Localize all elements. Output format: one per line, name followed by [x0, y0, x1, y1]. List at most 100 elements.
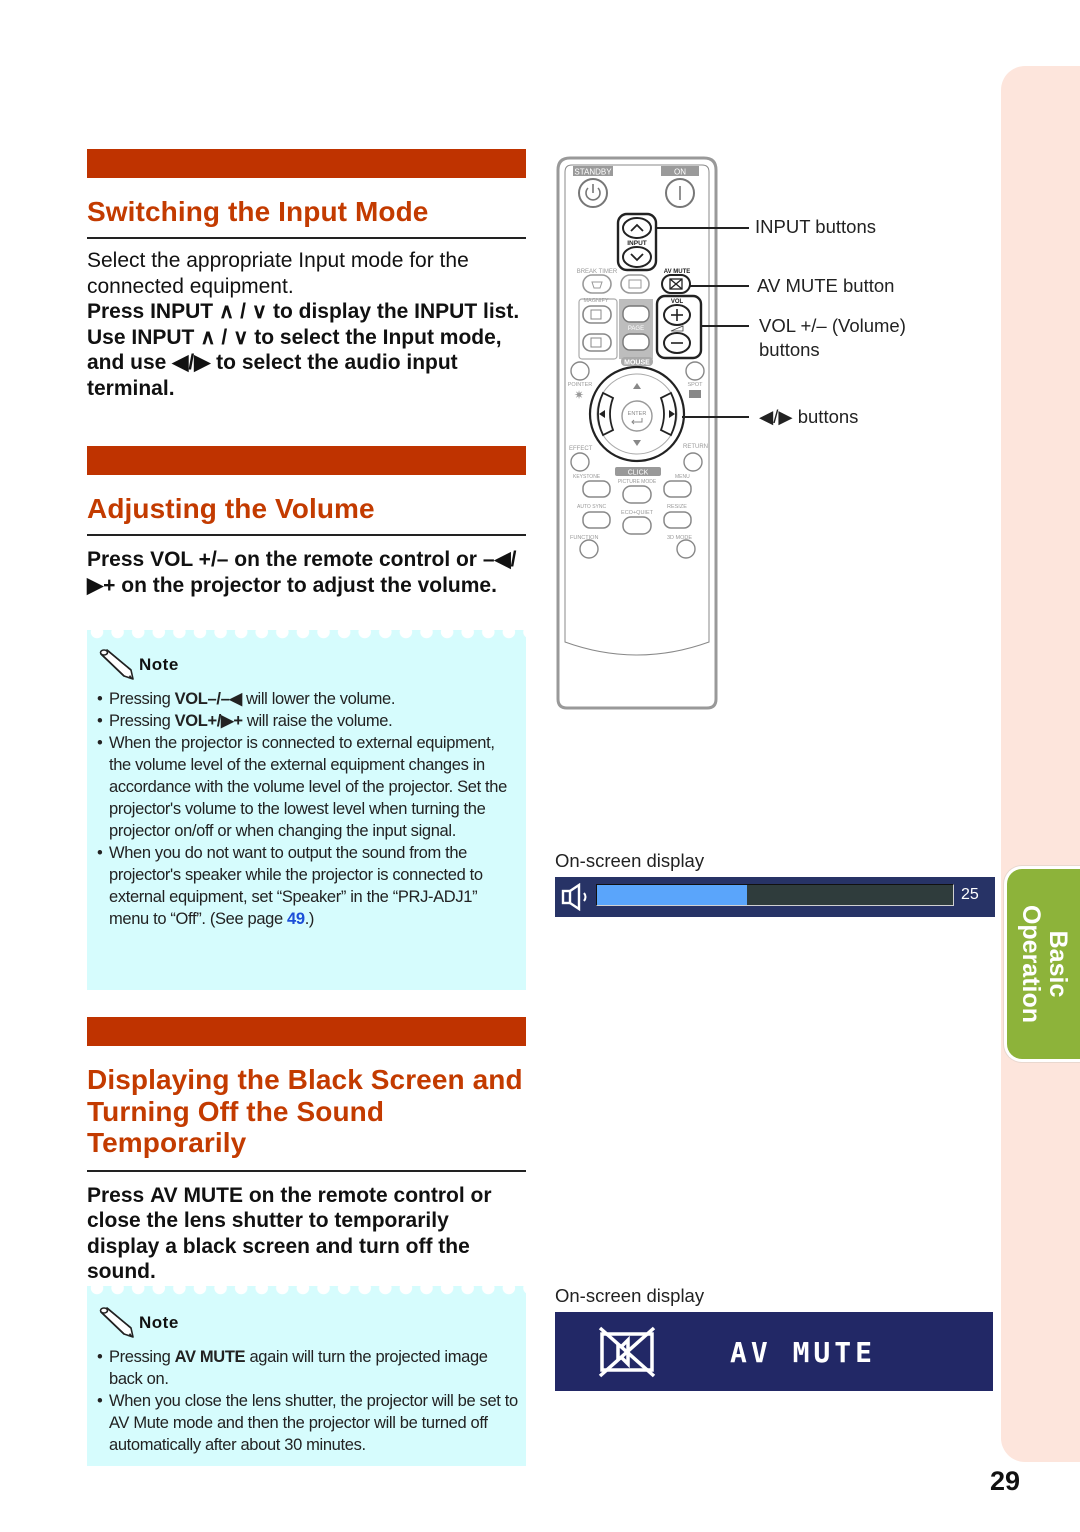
callout-input-buttons: INPUT buttons	[755, 216, 876, 237]
callout-vol-buttons: VOL +/– (Volume) buttons	[759, 314, 906, 362]
section-input-mode: Switching the Input Mode Select the appr…	[87, 196, 526, 401]
note-item: When you close the lens shutter, the pro…	[97, 1390, 518, 1456]
auto-sync-label: AUTO SYNC	[577, 504, 606, 510]
chapter-tab-label: Basic Operation	[1016, 904, 1072, 1024]
speaker-icon	[561, 883, 587, 911]
text: will raise the volume.	[242, 712, 393, 730]
text: Use	[87, 325, 132, 349]
resize-button[interactable]	[663, 511, 692, 529]
text: When the projector is connected to exter…	[109, 734, 507, 840]
eco-quiet-button[interactable]	[622, 516, 652, 535]
step-select-input: Use INPUT ∧ / ∨ to select the Input mode…	[87, 325, 526, 402]
chapter-tab-basic-operation[interactable]: Basic Operation	[1004, 866, 1080, 1062]
osd-caption-volume: On-screen display	[555, 850, 705, 871]
on-label: ON	[674, 168, 686, 177]
note-item: Pressing VOL–/–◀ will lower the volume.	[97, 688, 518, 710]
note-perforation	[87, 1286, 526, 1300]
pointer-star-icon: ✷	[574, 388, 584, 402]
section-title: Adjusting the Volume	[87, 493, 375, 524]
remote-control-illustration: STANDBY ON INPUT BREAK TIMER AV MUTE MAG…	[556, 156, 718, 710]
vol-minus-button[interactable]	[663, 332, 691, 354]
pencil-icon	[99, 1307, 134, 1338]
page-down-button[interactable]	[622, 333, 650, 351]
spot-label: SPOT	[688, 382, 704, 388]
page-up-button[interactable]	[622, 305, 650, 323]
key-name: AV MUTE	[150, 1183, 244, 1207]
text: Pressing	[109, 1348, 175, 1366]
function-button[interactable]	[579, 539, 599, 559]
resize-label: RESIZE	[667, 504, 687, 510]
key-name: INPUT	[150, 300, 214, 323]
spot-button[interactable]	[685, 361, 705, 381]
key-name: VOL+/▶+	[174, 712, 243, 730]
dpad-left-button[interactable]	[597, 391, 615, 437]
callout-arrow-buttons: ◀/▶ buttons	[759, 406, 859, 427]
volume-level-fill	[597, 885, 747, 905]
section-volume: Adjusting the Volume Press VOL +/– on th…	[87, 493, 526, 598]
osd-volume-display: 25	[555, 877, 995, 917]
effect-button[interactable]	[570, 452, 590, 472]
magnify-minus-button[interactable]	[582, 333, 612, 352]
note-label: Note	[139, 655, 179, 674]
text: to display the INPUT list.	[272, 300, 520, 323]
text: Pressing	[109, 712, 175, 730]
picture-mode-button[interactable]	[622, 485, 652, 504]
note-box-volume: Note Pressing VOL–/–◀ will lower the vol…	[87, 630, 526, 990]
key-name: VOL +/–	[150, 548, 229, 571]
step-display-input-list: Press INPUT ∧ / ∨ to display the INPUT l…	[87, 299, 526, 325]
input-label: INPUT	[627, 240, 647, 247]
av-mute-icon	[598, 1326, 656, 1378]
enter-button[interactable]: ENTER	[621, 400, 653, 432]
mouse-label: MOUSE	[624, 360, 650, 367]
magnify-plus-button[interactable]	[582, 305, 612, 324]
page-link[interactable]: 49	[287, 910, 305, 928]
break-timer-button[interactable]	[582, 274, 612, 294]
title-rule	[87, 237, 526, 239]
section-av-mute: Displaying the Black Screen and Turning …	[87, 1064, 526, 1285]
menu-button[interactable]	[663, 480, 692, 498]
return-button[interactable]	[683, 452, 703, 472]
pointer-button[interactable]	[570, 361, 590, 381]
3d-mode-button[interactable]	[676, 539, 696, 559]
section-bar	[87, 446, 526, 475]
picture-mode-label: PICTURE MODE	[618, 479, 657, 485]
volume-level-bar	[596, 884, 954, 906]
note-item: Pressing AV MUTE again will turn the pro…	[97, 1346, 518, 1390]
standby-button[interactable]	[578, 178, 608, 208]
enter-label: ENTER	[628, 411, 647, 417]
vol-plus-button[interactable]	[663, 304, 691, 326]
section-title: Switching the Input Mode	[87, 196, 429, 227]
av-mute-text: AV MUTE	[730, 1336, 877, 1369]
input-down-button[interactable]	[622, 246, 652, 268]
section-bar	[87, 149, 526, 178]
note-list: Pressing AV MUTE again will turn the pro…	[87, 1346, 526, 1456]
chapter-side-strip	[1001, 66, 1080, 1462]
arrow-up-down-icon: ∧ / ∨	[213, 300, 273, 323]
auto-sync-button[interactable]	[582, 511, 611, 529]
keystone-button[interactable]	[582, 480, 611, 498]
note-label: Note	[139, 1313, 179, 1332]
key-name: INPUT	[131, 325, 195, 349]
on-button[interactable]	[665, 178, 695, 208]
dpad-right-button[interactable]	[659, 391, 677, 437]
note-item: When the projector is connected to exter…	[97, 732, 518, 842]
callout-vol-line1: VOL +/– (Volume)	[759, 315, 906, 336]
text: will lower the volume.	[241, 690, 396, 708]
standby-label: STANDBY	[574, 168, 612, 177]
av-mute-button[interactable]	[661, 274, 691, 294]
mute-instruction: Press AV MUTE on the remote control or c…	[87, 1183, 526, 1285]
chapter-tab-line2: Operation	[1016, 904, 1045, 1024]
callout-vol-line2: buttons	[759, 339, 820, 360]
text: Pressing	[109, 690, 175, 708]
note-item: When you do not want to output the sound…	[97, 842, 518, 930]
text: When you close the lens shutter, the pro…	[109, 1392, 518, 1454]
note-box-mute: Note Pressing AV MUTE again will turn th…	[87, 1286, 526, 1466]
function-label: FUNCTION	[570, 535, 598, 541]
freeze-button[interactable]	[620, 274, 650, 294]
input-up-button[interactable]	[622, 217, 652, 239]
title-rule	[87, 1169, 526, 1172]
chapter-tab-line1: Basic	[1043, 930, 1072, 998]
note-list: Pressing VOL–/–◀ will lower the volume. …	[87, 688, 526, 930]
volume-instruction: Press VOL +/– on the remote control or –…	[87, 547, 526, 598]
callout-line-av-mute	[690, 285, 749, 287]
